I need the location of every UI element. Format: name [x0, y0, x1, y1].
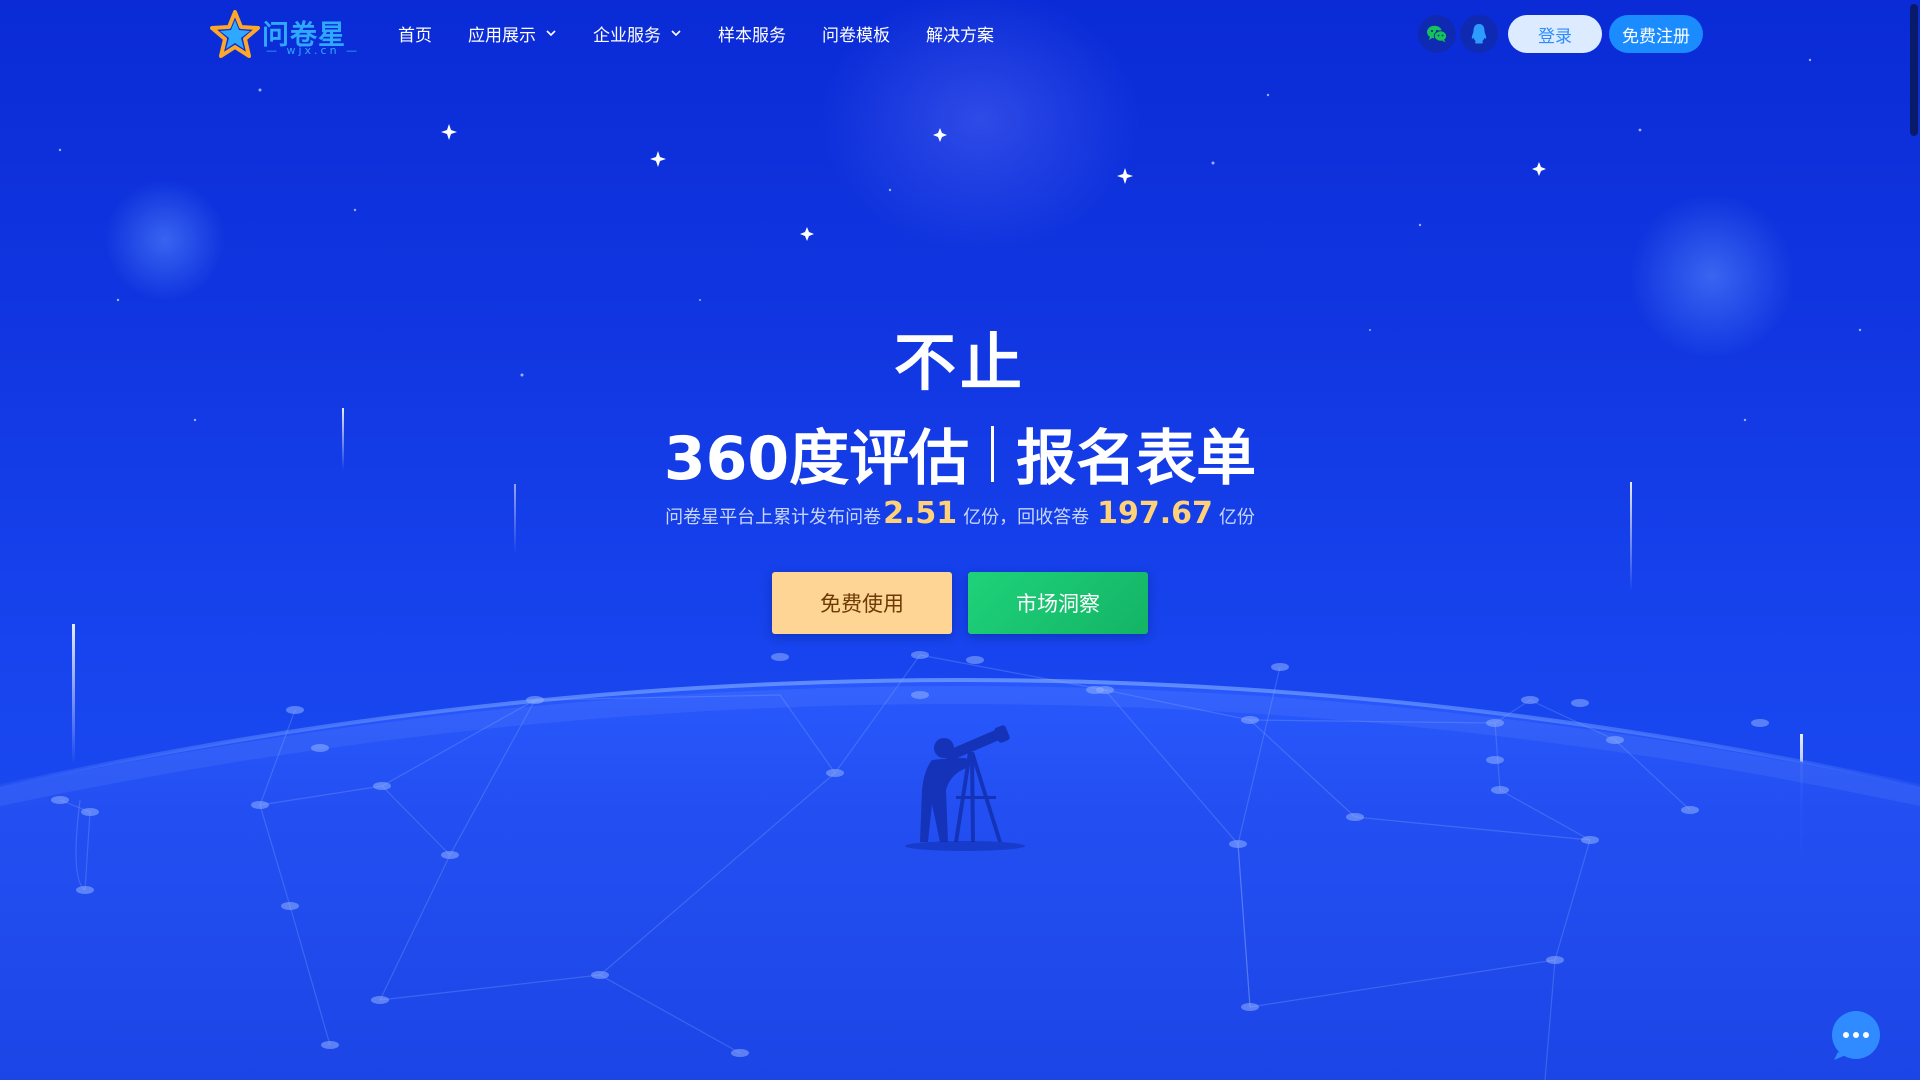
stats-answers-count: 197.67: [1097, 496, 1213, 531]
page-scrollbar-thumb[interactable]: [1910, 4, 1918, 136]
nav-item-app-showcase[interactable]: 应用展示: [468, 21, 557, 46]
nav-item-label: 企业服务: [593, 25, 661, 46]
stats-unit-1: 亿份，回收答卷: [963, 507, 1090, 528]
stats-published-count: 2.51: [883, 496, 958, 531]
header-actions: 登录 免费注册: [1418, 15, 1703, 53]
chat-bubble-icon: [1832, 1011, 1880, 1060]
chevron-down-icon: [671, 30, 681, 37]
hero-title-line2: 360度评估 报名表单: [0, 410, 1920, 497]
nav-item-label: 应用展示: [468, 25, 536, 46]
hero-title-divider: [991, 425, 995, 482]
chevron-down-icon: [546, 30, 556, 37]
nav-item-label: 首页: [398, 25, 432, 46]
left-orb: [105, 180, 225, 300]
free-register-button[interactable]: 免费注册: [1609, 15, 1703, 53]
qq-icon: [1471, 24, 1487, 44]
nav-item-sample-services[interactable]: 样本服务: [718, 21, 786, 46]
nav-item-home[interactable]: 首页: [398, 21, 432, 46]
brand-domain: — wjx.cn —: [266, 44, 361, 57]
wechat-login-button[interactable]: [1418, 15, 1456, 53]
brand-logo[interactable]: 问卷星 — wjx.cn —: [210, 10, 357, 58]
online-chat-button[interactable]: [1830, 1010, 1882, 1062]
hero-title-left: 360度评估: [663, 424, 970, 494]
stats-prefix: 问卷星平台上累计发布问卷: [665, 507, 882, 528]
market-insight-button[interactable]: 市场洞察: [968, 572, 1148, 634]
login-button[interactable]: 登录: [1508, 15, 1602, 53]
wechat-icon: [1427, 25, 1448, 43]
top-navigation-bar: 问卷星 — wjx.cn — 首页 应用展示 企业服务 样本服务 问卷模板 解决…: [0, 0, 1920, 66]
hero-title-right: 报名表单: [1016, 424, 1257, 494]
platform-stats: 问卷星平台上累计发布问卷 2.51 亿份，回收答卷 197.67 亿份: [0, 496, 1920, 531]
hero-actions: 免费使用 市场洞察: [0, 572, 1920, 634]
main-nav: 首页 应用展示 企业服务 样本服务 问卷模板 解决方案: [398, 0, 1030, 66]
nav-item-templates[interactable]: 问卷模板: [822, 21, 890, 46]
qq-login-button[interactable]: [1460, 15, 1498, 53]
nav-item-enterprise-services[interactable]: 企业服务: [593, 21, 682, 46]
free-use-button[interactable]: 免费使用: [772, 572, 952, 634]
nav-item-label: 解决方案: [926, 25, 994, 46]
star-logo-icon: [210, 10, 260, 58]
page: 问卷星 — wjx.cn — 首页 应用展示 企业服务 样本服务 问卷模板 解决…: [0, 0, 1920, 1080]
nav-item-label: 样本服务: [718, 25, 786, 46]
hero-background-illustration: [0, 0, 1920, 1080]
nav-item-label: 问卷模板: [822, 25, 890, 46]
hero-title-line1: 不止: [893, 326, 1026, 399]
nav-item-solutions[interactable]: 解决方案: [926, 21, 994, 46]
stats-unit-2: 亿份: [1218, 507, 1255, 528]
